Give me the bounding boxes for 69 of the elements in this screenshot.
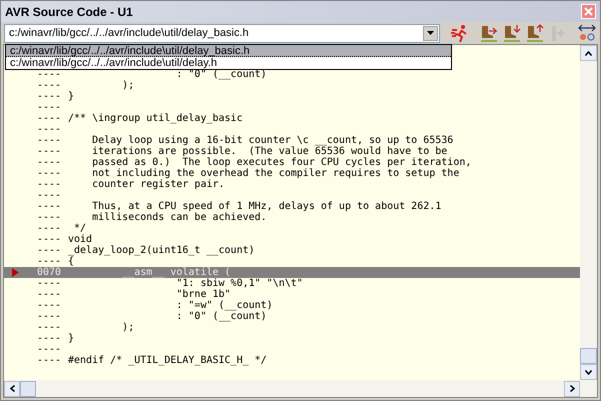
- line-number: ----: [37, 223, 62, 234]
- line-number: ----: [37, 91, 62, 102]
- line-number: ----: [37, 234, 62, 245]
- line-number: ----: [37, 344, 62, 355]
- line-number: ----: [37, 311, 62, 322]
- horizontal-scrollbar[interactable]: [4, 380, 597, 397]
- code-line: __asm__ volatile (: [121, 267, 231, 278]
- line-number: ----: [37, 190, 62, 201]
- line-number: ----: [37, 124, 62, 135]
- line-number: 0070: [37, 267, 62, 278]
- dropdown-option[interactable]: c:/winavr/lib/gcc/../../avr/include\util/delay_basic.h: [6, 45, 451, 57]
- code-line: }: [68, 91, 74, 102]
- line-number: ----: [37, 146, 62, 157]
- boot-up-arrow-icon[interactable]: [525, 23, 545, 43]
- code-line: passed as 0.) The loop executes four CPU cycles per iteration,: [91, 157, 472, 168]
- boot-step-icon[interactable]: [479, 23, 499, 43]
- line-number: ----: [37, 179, 62, 190]
- line-number: ----: [37, 322, 62, 333]
- scroll-up-button[interactable]: [580, 45, 597, 61]
- code-line: /** \ingroup util_delay_basic: [68, 113, 243, 124]
- line-number: ----: [37, 245, 62, 256]
- line-number: ----: [37, 80, 62, 91]
- code-line: : "0" (__count): [175, 311, 267, 322]
- code-line: );: [121, 80, 134, 91]
- code-line: void: [68, 234, 92, 245]
- code-line: milliseconds can be achieved.: [91, 212, 267, 223]
- code-line: : "=w" (__count): [175, 300, 273, 311]
- line-number: ----: [37, 157, 62, 168]
- code-line: iterations are possible. (The value 65536 would have to be: [91, 146, 448, 157]
- scroll-left-button[interactable]: [4, 380, 20, 396]
- code-line: Thus, at a CPU speed of 1 MHz, delays of up to about 262.1: [91, 201, 442, 212]
- scroll-thumb[interactable]: [20, 380, 36, 396]
- code-line: #endif /* _UTIL_DELAY_BASIC_H_ */: [68, 355, 267, 366]
- scroll-down-button[interactable]: [580, 364, 597, 380]
- scroll-right-button[interactable]: [564, 380, 580, 396]
- code-line: counter register pair.: [91, 179, 225, 190]
- line-number: ----: [37, 256, 62, 267]
- combo-value: c:/winavr/lib/gcc/../../avr/include\util/delay_basic.h: [8, 26, 250, 41]
- line-number: ----: [37, 212, 62, 223]
- code-line: "1: sbiw %0,1" "\n\t": [175, 278, 303, 289]
- line-number: ----: [37, 355, 62, 366]
- line-number: ----: [37, 135, 62, 146]
- line-number: ----: [37, 113, 62, 124]
- code-line: not including the overhead the compiler requires to setup the: [91, 168, 460, 179]
- window-title: AVR Source Code - U1: [5, 4, 133, 20]
- code-line: */: [73, 223, 86, 234]
- line-number: ----: [37, 201, 62, 212]
- line-number: ----: [37, 300, 62, 311]
- code-line: : "0" (__count): [175, 69, 267, 80]
- scroll-thumb[interactable]: [580, 348, 597, 364]
- boot-down-arrow-icon[interactable]: [502, 23, 522, 43]
- line-number: ----: [37, 278, 62, 289]
- vertical-scrollbar[interactable]: [580, 45, 597, 380]
- code-line: Delay loop using a 16-bit counter \c __count, so up to 65536: [91, 135, 454, 146]
- circles-arrow-icon[interactable]: [577, 23, 597, 43]
- line-number: ----: [37, 168, 62, 179]
- file-combo[interactable]: c:/winavr/lib/gcc/../../avr/include\util/delay_basic.h: [4, 24, 440, 42]
- code-line: );: [121, 322, 134, 333]
- line-number: ----: [37, 289, 62, 300]
- close-icon: [584, 7, 593, 16]
- code-line: "brne 1b": [175, 289, 231, 300]
- execution-marker-icon: [12, 268, 19, 277]
- code-line: {: [68, 256, 74, 267]
- line-number: ----: [37, 69, 62, 80]
- code-line: }: [68, 333, 74, 344]
- close-button[interactable]: [581, 4, 596, 19]
- code-line: _delay_loop_2(uint16_t __count): [68, 245, 255, 256]
- line-number: ----: [37, 333, 62, 344]
- line-number: ----: [37, 102, 62, 113]
